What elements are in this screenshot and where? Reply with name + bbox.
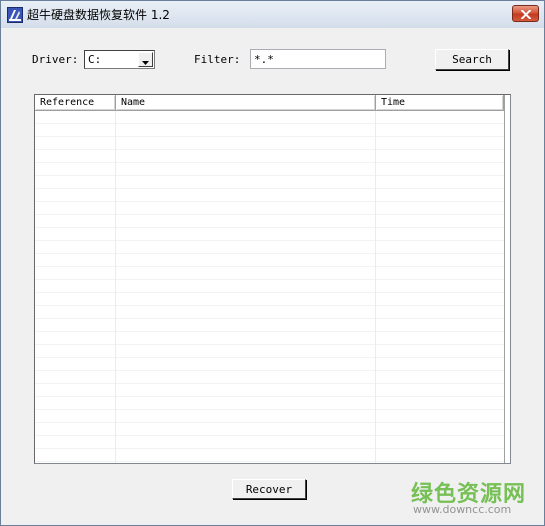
- driver-select-value: C:: [88, 53, 102, 66]
- chevron-down-icon: [142, 50, 149, 69]
- close-icon: [520, 4, 531, 23]
- list-header: Reference Name Time: [35, 95, 510, 111]
- app-icon: [7, 7, 23, 23]
- search-button[interactable]: Search: [435, 49, 509, 70]
- filter-input[interactable]: [250, 49, 386, 69]
- filter-label: Filter:: [194, 53, 241, 66]
- list-edge: [504, 95, 510, 463]
- column-header-reference[interactable]: Reference: [35, 95, 116, 111]
- recover-button[interactable]: Recover: [232, 479, 306, 499]
- driver-label: Driver:: [32, 53, 79, 66]
- column-divider: [375, 111, 376, 463]
- close-button[interactable]: [512, 5, 539, 22]
- file-list[interactable]: Reference Name Time: [34, 94, 511, 464]
- column-header-name[interactable]: Name: [116, 95, 376, 111]
- client-area: Driver: C: Filter: Search Reference Name…: [7, 28, 539, 520]
- title-bar[interactable]: 超牛硬盘数据恢复软件 1.2: [1, 1, 544, 28]
- driver-dropdown-button[interactable]: [138, 52, 153, 67]
- watermark-url: www.downcc.com: [413, 503, 512, 516]
- column-divider: [115, 111, 116, 463]
- window-title: 超牛硬盘数据恢复软件 1.2: [27, 8, 170, 22]
- list-body[interactable]: [35, 111, 510, 463]
- watermark: 绿色资源网 www.downcc.com: [407, 476, 535, 520]
- column-header-time[interactable]: Time: [376, 95, 504, 111]
- app-window: 超牛硬盘数据恢复软件 1.2 Driver: C: Filter: Sear: [0, 0, 545, 526]
- driver-select[interactable]: C:: [84, 50, 155, 69]
